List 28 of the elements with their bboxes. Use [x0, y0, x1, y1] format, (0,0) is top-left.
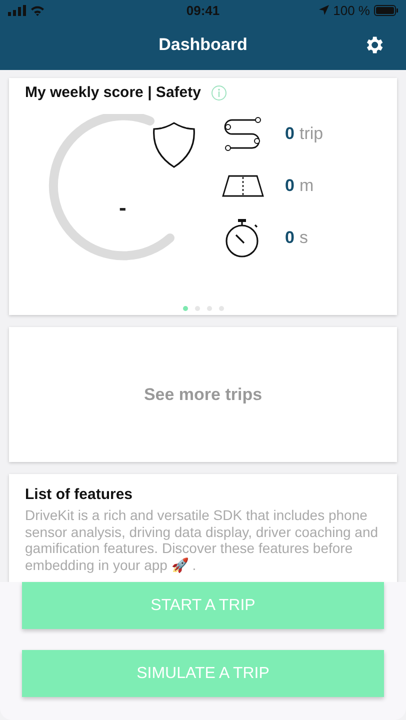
- stat-unit: trip: [299, 124, 324, 144]
- stat-value: 0: [285, 176, 294, 196]
- location-arrow-icon: [319, 5, 330, 15]
- stat-value: 0: [285, 228, 294, 248]
- card-title: List of features: [25, 486, 134, 503]
- status-time: 09:41: [186, 2, 220, 18]
- battery-icon: [374, 4, 398, 16]
- info-icon[interactable]: [210, 84, 227, 100]
- shield-icon: [152, 121, 196, 169]
- page-dot[interactable]: [182, 306, 188, 311]
- trip-button[interactable]: SIMULATE A TRIP: [22, 650, 384, 697]
- trips-card[interactable]: See more trips: [9, 327, 397, 462]
- page-dot[interactable]: [194, 306, 200, 311]
- stat-value: 0: [285, 124, 294, 144]
- road-icon: [221, 174, 265, 198]
- trip-button[interactable]: START A TRIP: [22, 582, 384, 629]
- see-more-trips-label: See more trips: [144, 384, 262, 404]
- battery-percentage: 100 %: [333, 2, 370, 18]
- screen-title: Dashboard: [158, 35, 248, 55]
- stat-unit: s: [299, 228, 308, 248]
- wifi-icon: [30, 4, 45, 16]
- features-description: DriveKit is a rich and versatile SDK that includes phone sensor analysis, driving data display, driver coaching and gamification features. Discover these features before embedding in your app 🚀 .: [25, 507, 380, 573]
- stat-unit: m: [299, 176, 314, 196]
- page-dot[interactable]: [206, 306, 212, 311]
- card-title: My weekly score | Safety: [25, 84, 201, 101]
- score-value: -: [119, 195, 126, 221]
- signal-icon: [8, 4, 26, 16]
- page-dot[interactable]: [218, 306, 224, 311]
